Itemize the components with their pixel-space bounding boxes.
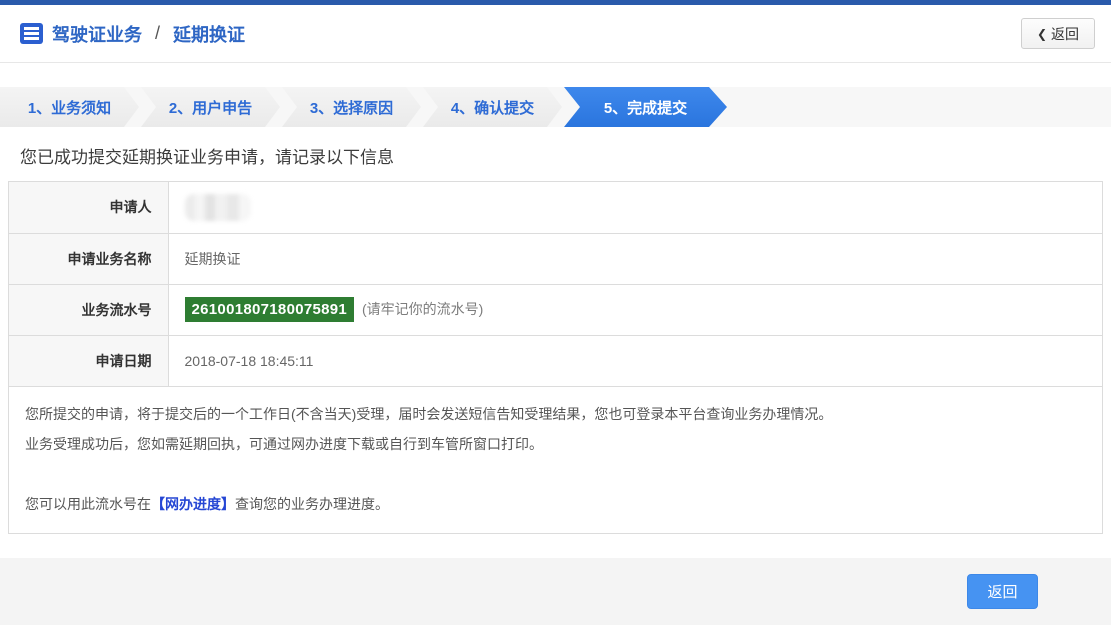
breadcrumb-secondary: 延期换证 bbox=[173, 24, 246, 45]
progress-hint-suffix: 查询您的业务办理进度。 bbox=[235, 495, 389, 512]
row-label: 业务流水号 bbox=[9, 284, 169, 336]
header-back-button[interactable]: ❮ 返回 bbox=[1021, 18, 1095, 49]
submission-info-panel: 申请人 申请业务名称 延期换证 业务流水号 261001807180075891… bbox=[8, 181, 1103, 534]
step-tab-1[interactable]: 1、业务须知 bbox=[0, 87, 139, 127]
page-header: 驾驶证业务 / 延期换证 ❮ 返回 bbox=[0, 5, 1111, 63]
step-tab-5-active[interactable]: 5、完成提交 bbox=[564, 87, 727, 127]
progress-query-link[interactable]: 【网办进度】 bbox=[151, 496, 235, 512]
serial-number-note: (请牢记你的流水号) bbox=[361, 301, 484, 317]
chevron-left-icon: ❮ bbox=[1036, 26, 1048, 41]
table-row-applicant: 申请人 bbox=[9, 182, 1102, 234]
notes-section: 您所提交的申请，将于提交后的一个工作日(不含当天)受理，届时会发送短信告知受理结… bbox=[9, 387, 1102, 533]
row-label: 申请人 bbox=[9, 182, 169, 234]
step-tab-4[interactable]: 4、确认提交 bbox=[423, 87, 562, 127]
success-message: 您已成功提交延期换证业务申请，请记录以下信息 bbox=[20, 148, 394, 167]
footer-action-bar: 返回 bbox=[0, 557, 1111, 625]
table-row-apply-date: 申请日期 2018-07-18 18:45:11 bbox=[9, 335, 1102, 387]
step-tab-2[interactable]: 2、用户申告 bbox=[141, 87, 280, 127]
table-row-business-name: 申请业务名称 延期换证 bbox=[9, 233, 1102, 285]
progress-hint-prefix: 您可以用此流水号在 bbox=[25, 495, 151, 512]
row-value-redacted bbox=[168, 182, 1102, 234]
serial-number-badge: 261001807180075891 bbox=[184, 297, 355, 322]
breadcrumb-separator: / bbox=[155, 23, 161, 43]
row-value: 延期换证 bbox=[168, 233, 1102, 285]
header-back-label: 返回 bbox=[1051, 25, 1080, 42]
breadcrumb: 驾驶证业务 / 延期换证 bbox=[20, 21, 245, 47]
list-icon bbox=[20, 23, 43, 44]
step-progress-bar: 1、业务须知 2、用户申告 3、选择原因 4、确认提交 5、完成提交 bbox=[0, 87, 1111, 127]
note-spacer bbox=[25, 459, 1086, 489]
row-label: 申请日期 bbox=[9, 335, 169, 387]
row-value: 261001807180075891 (请牢记你的流水号) bbox=[168, 284, 1102, 336]
step-tab-3[interactable]: 3、选择原因 bbox=[282, 87, 421, 127]
row-label: 申请业务名称 bbox=[9, 233, 169, 285]
footer-back-button[interactable]: 返回 bbox=[967, 573, 1038, 609]
progress-hint-line: 您可以用此流水号在【网办进度】查询您的业务办理进度。 bbox=[25, 489, 1086, 519]
note-line-2: 业务受理成功后，您如需延期回执，可通过网办进度下载或自行到车管所窗口打印。 bbox=[25, 435, 543, 452]
table-row-serial-number: 业务流水号 261001807180075891 (请牢记你的流水号) bbox=[9, 284, 1102, 336]
submission-info-table: 申请人 申请业务名称 延期换证 业务流水号 261001807180075891… bbox=[9, 182, 1102, 387]
breadcrumb-primary: 驾驶证业务 bbox=[52, 24, 142, 45]
row-value: 2018-07-18 18:45:11 bbox=[168, 335, 1102, 387]
note-line-1: 您所提交的申请，将于提交后的一个工作日(不含当天)受理，届时会发送短信告知受理结… bbox=[25, 405, 833, 422]
redacted-name-blur bbox=[184, 193, 251, 221]
